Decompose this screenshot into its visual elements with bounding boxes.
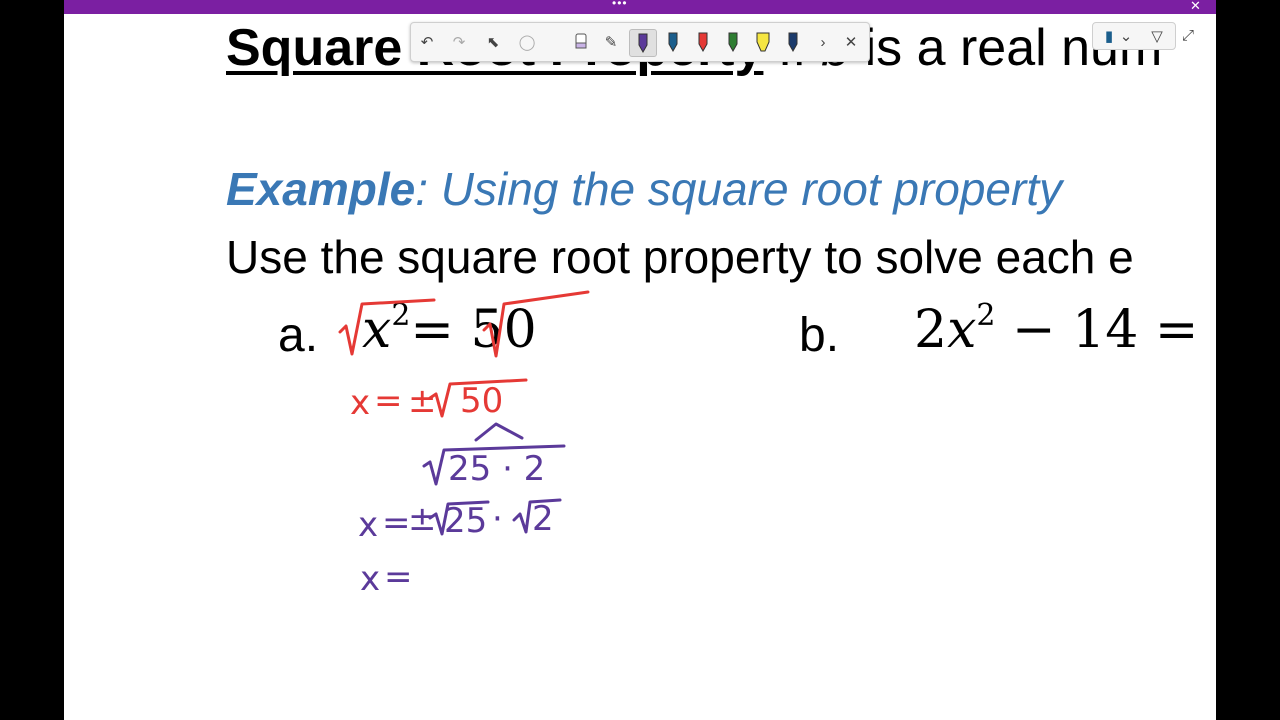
ink-line3-b: 2 [532,499,554,539]
pen-dark-blue[interactable] [781,29,805,55]
toolbar-close-icon[interactable]: ✕ [839,29,863,55]
ink-line3-a: 25 [444,501,487,541]
ink-radical-lhs [338,298,436,356]
ink-line4-eq: = [384,557,413,597]
lasso-icon[interactable]: ◯ [515,29,539,55]
notebook-icon[interactable]: ▮ [1097,23,1121,49]
pen-purple-selected[interactable] [629,29,657,57]
ink-line1-eq: = [374,381,403,421]
pen-green[interactable] [721,29,745,55]
expand-icon[interactable]: ⤢ [1176,22,1200,48]
ink-line4-x: x [360,559,380,599]
filter-icon[interactable]: ▽ [1145,23,1169,49]
ink-line1-pm: ± [408,381,437,421]
undo-icon[interactable]: ↶ [415,29,439,55]
highlighter-yellow[interactable] [751,29,775,55]
ink-line3-eq: = [382,503,411,543]
window-title-bar: ••• ✕ [64,0,1216,14]
ink-line3-pm: ± [408,499,437,539]
window-close-icon[interactable]: ✕ [1190,0,1201,14]
notebook-dropdown-icon[interactable]: ⌄ [1119,23,1133,49]
eraser-icon[interactable] [569,29,593,55]
slide-canvas[interactable]: Square Root Property If b is a real num … [64,14,1216,720]
ink-pen-icon[interactable]: ✎ [599,29,623,55]
more-chevron-icon[interactable]: › [811,29,835,55]
window-handle-dots[interactable]: ••• [612,0,628,10]
pen-red[interactable] [691,29,715,55]
ink-line2-num: 25 · 2 [448,449,545,489]
ink-line1-num: 50 [460,381,503,421]
ink-annotations: x = ± 50 25 · 2 x = ± 25 · 2 x = [338,290,590,599]
draw-toolbar: ↶ ↷ ⬉ ◯ ✎ › ✕ [410,22,870,62]
select-cursor-icon[interactable]: ⬉ [481,29,505,55]
ink-line3-x: x [358,505,378,545]
secondary-toolbar: ▮ ⌄ ▽ [1092,22,1176,50]
pen-blue[interactable] [661,29,685,55]
ink-radical-rhs [482,290,590,358]
ink-line1-x: x [350,383,370,423]
ink-line3-dot: · [492,499,503,539]
ink-branch-caret [474,422,524,442]
redo-icon[interactable]: ↷ [447,29,471,55]
